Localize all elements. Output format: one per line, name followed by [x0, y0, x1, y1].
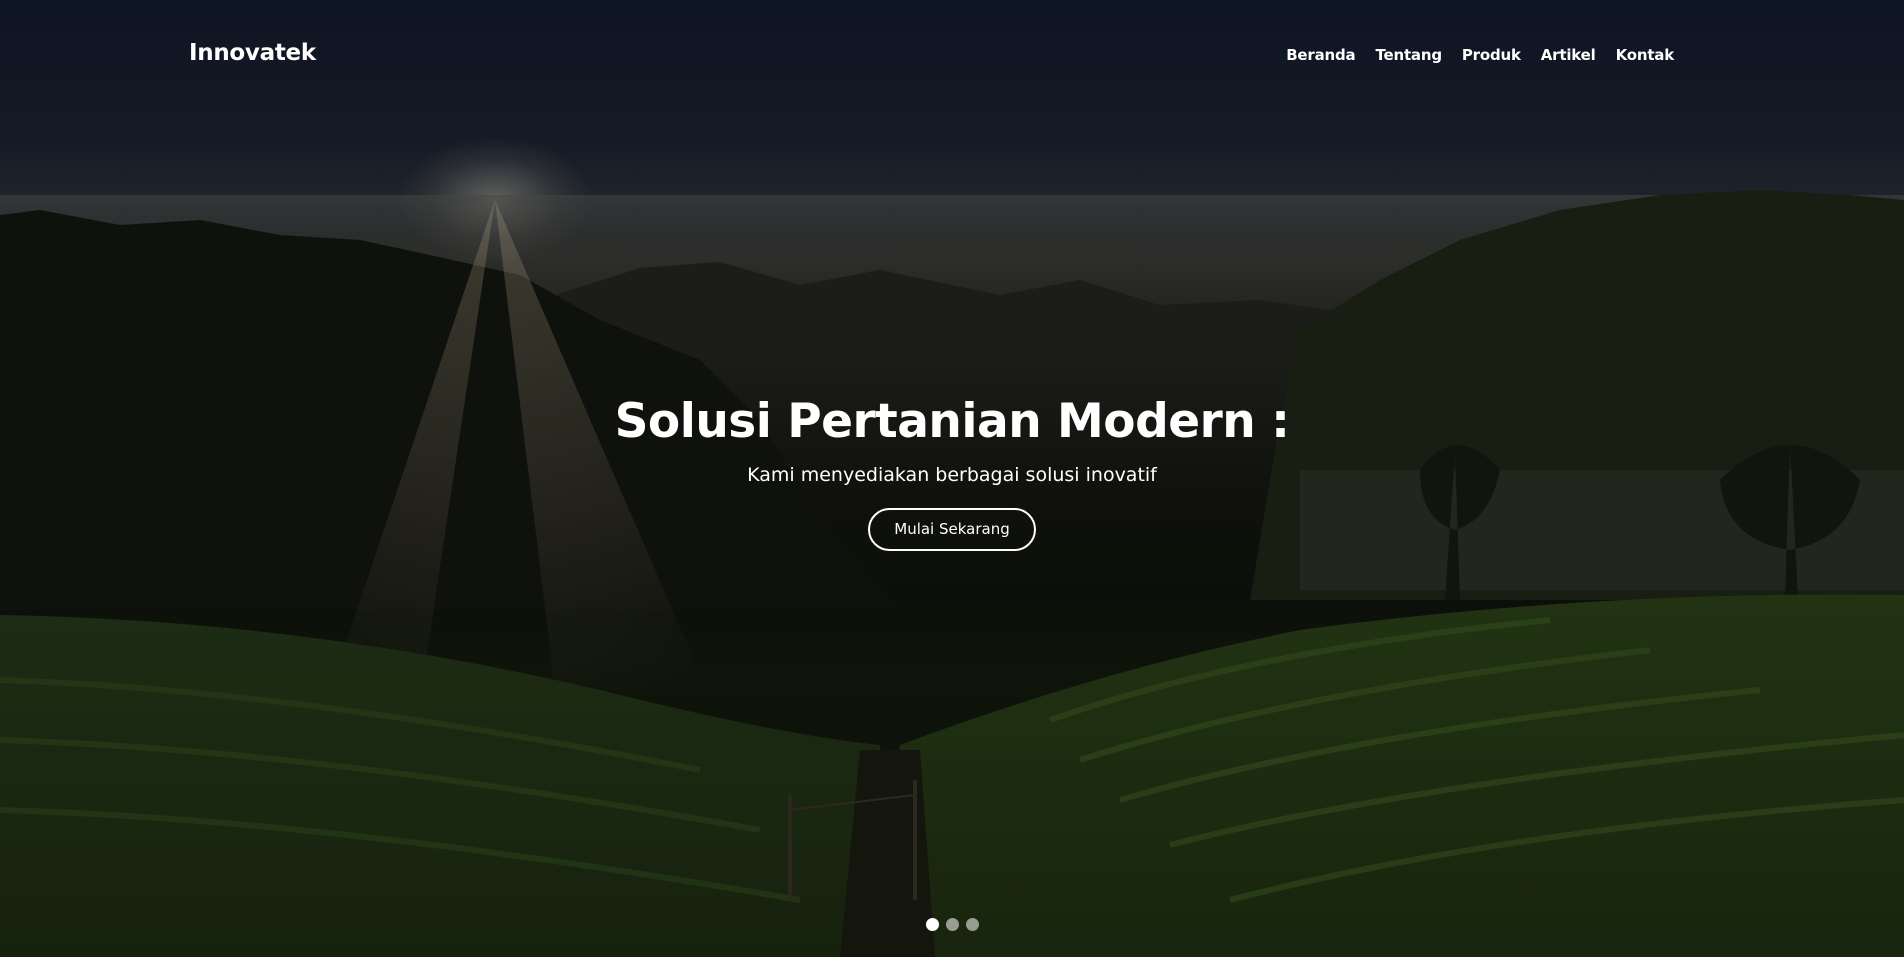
carousel-dot-1[interactable] — [925, 918, 939, 931]
hero-title: Solusi Pertanian Modern : — [614, 394, 1290, 449]
hero-subtitle: Kami menyediakan berbagai solusi inovati… — [747, 464, 1157, 486]
carousel-dot-2[interactable] — [945, 918, 959, 931]
carousel-dot-3[interactable] — [965, 918, 979, 931]
nav-link-beranda[interactable]: Beranda — [1286, 46, 1355, 64]
hero-section: Innovatek Beranda Tentang Produk Artikel… — [0, 0, 1904, 957]
nav-link-kontak[interactable]: Kontak — [1616, 46, 1675, 64]
nav-link-tentang[interactable]: Tentang — [1375, 46, 1442, 64]
nav-link-artikel[interactable]: Artikel — [1541, 46, 1596, 64]
nav-links: Beranda Tentang Produk Artikel Kontak — [1286, 46, 1674, 64]
nav-link-produk[interactable]: Produk — [1462, 46, 1521, 64]
carousel-indicators — [0, 918, 1904, 931]
navbar: Innovatek Beranda Tentang Produk Artikel… — [0, 0, 1904, 110]
brand-logo[interactable]: Innovatek — [189, 40, 316, 66]
start-now-button[interactable]: Mulai Sekarang — [868, 508, 1036, 551]
hero-content: Solusi Pertanian Modern : Kami menyediak… — [0, 390, 1904, 551]
